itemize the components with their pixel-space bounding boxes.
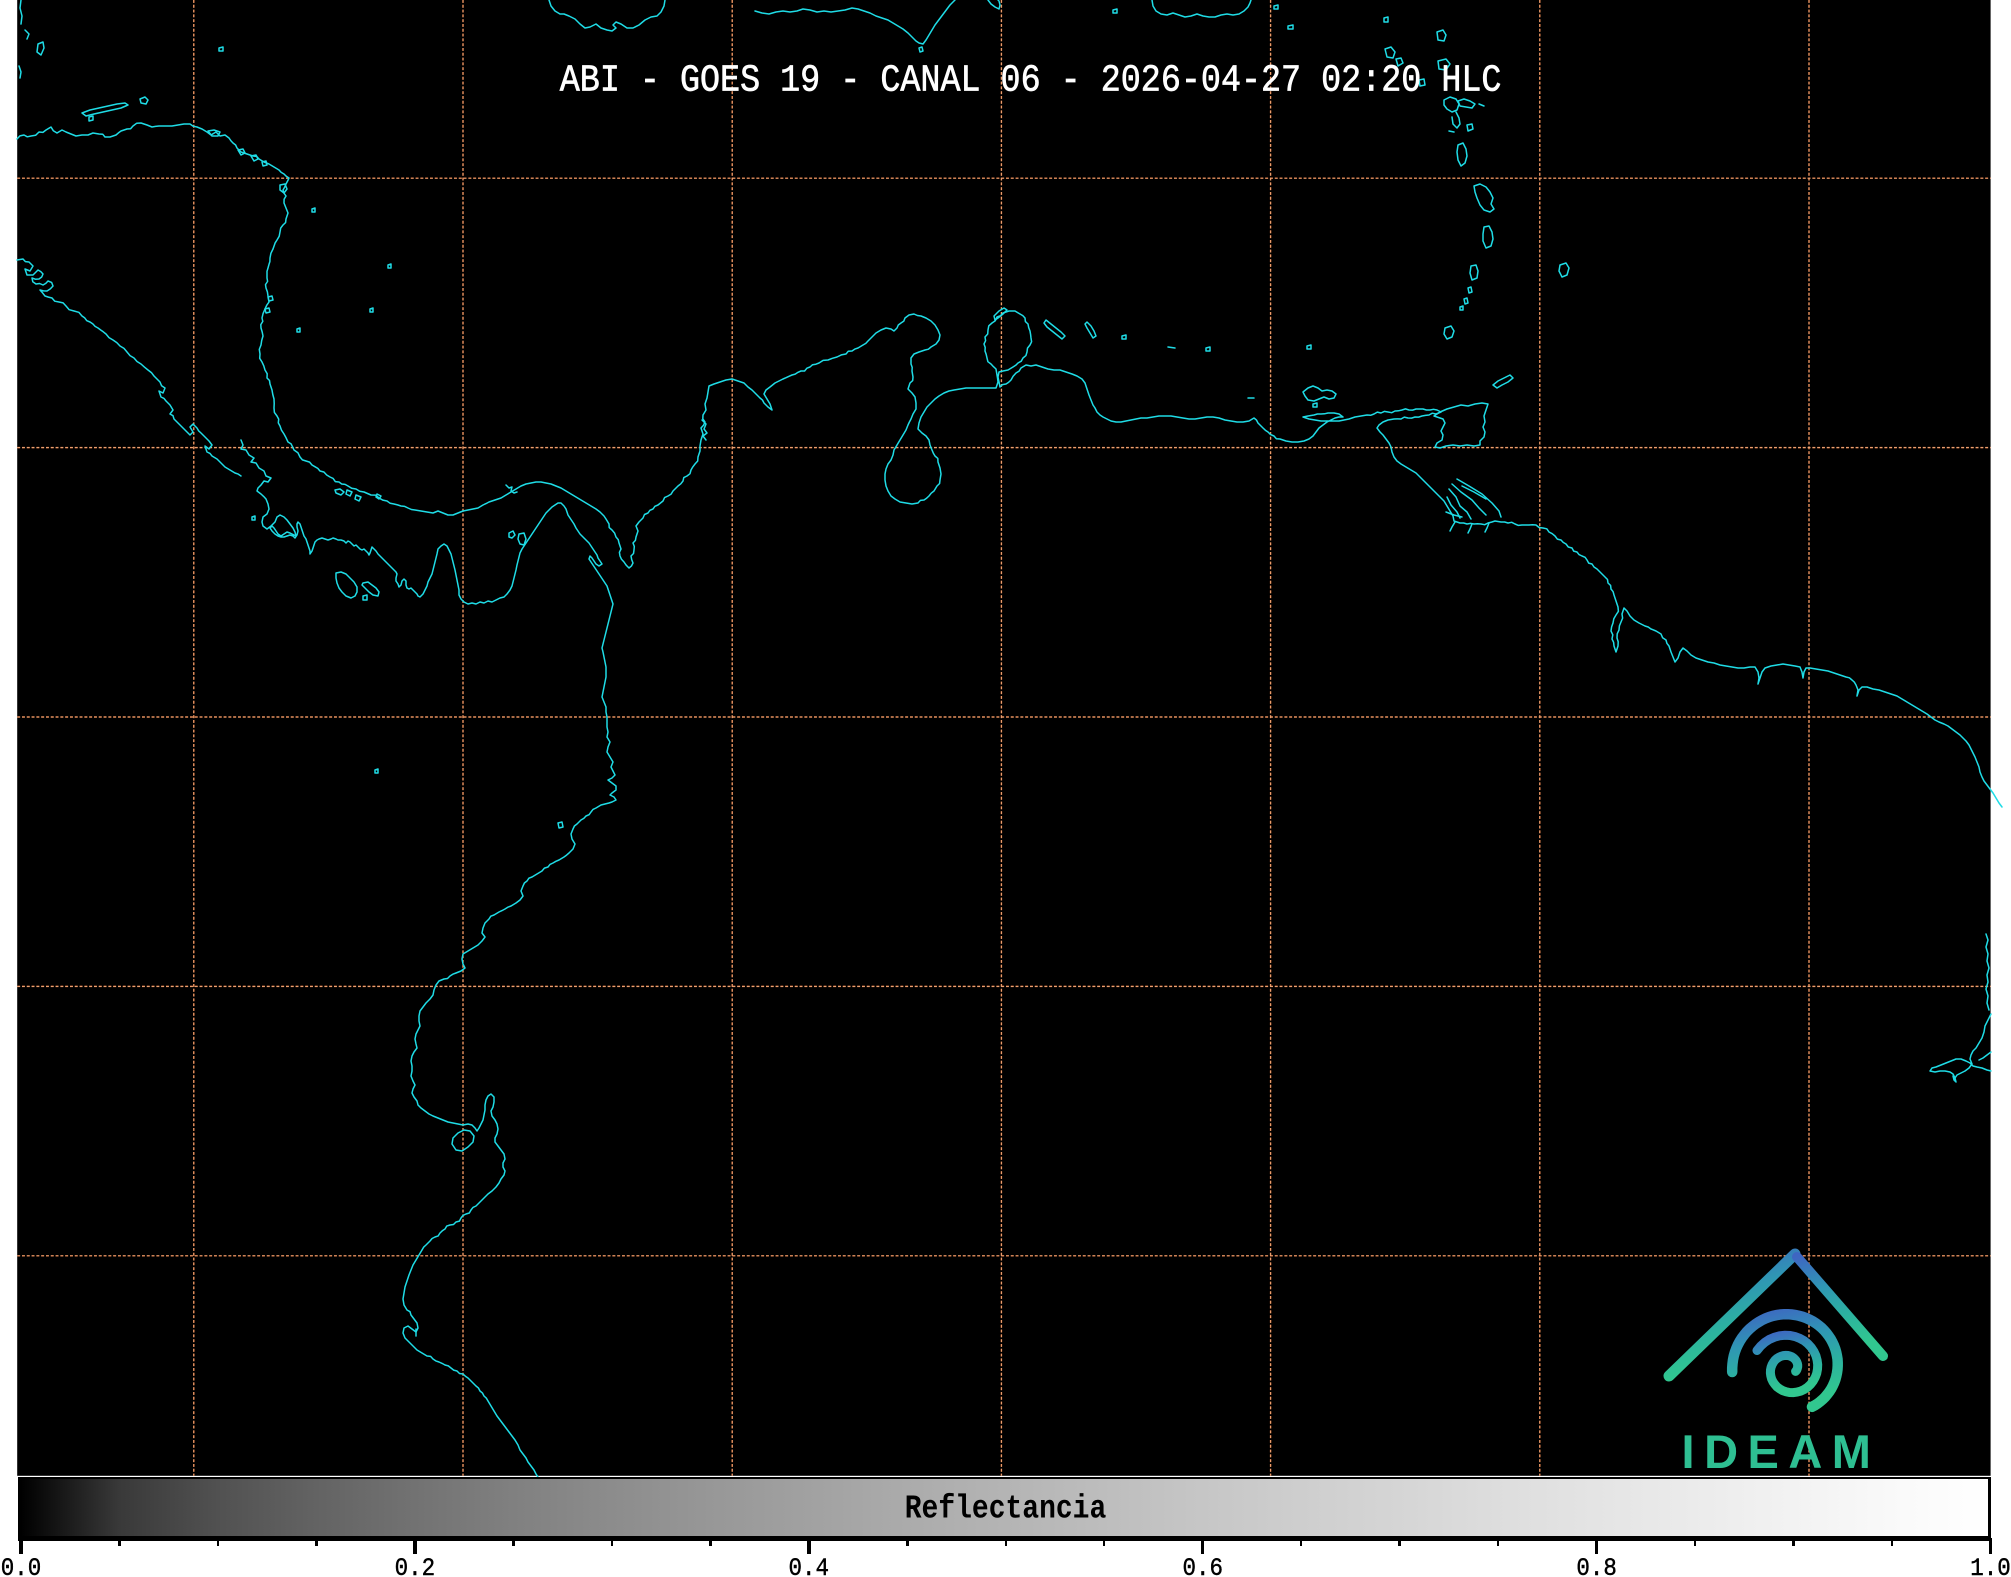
svg-text:0.4: 0.4 xyxy=(789,1555,830,1577)
svg-text:0.8: 0.8 xyxy=(1576,1555,1617,1577)
svg-text:Reflectancia: Reflectancia xyxy=(905,1492,1107,1529)
svg-text:0.0: 0.0 xyxy=(1,1555,42,1577)
svg-text:IDEAM: IDEAM xyxy=(1682,1425,1881,1478)
svg-text:1.0: 1.0 xyxy=(1970,1555,2011,1577)
svg-text:0.2: 0.2 xyxy=(395,1555,436,1577)
svg-text:0.6: 0.6 xyxy=(1182,1555,1223,1577)
